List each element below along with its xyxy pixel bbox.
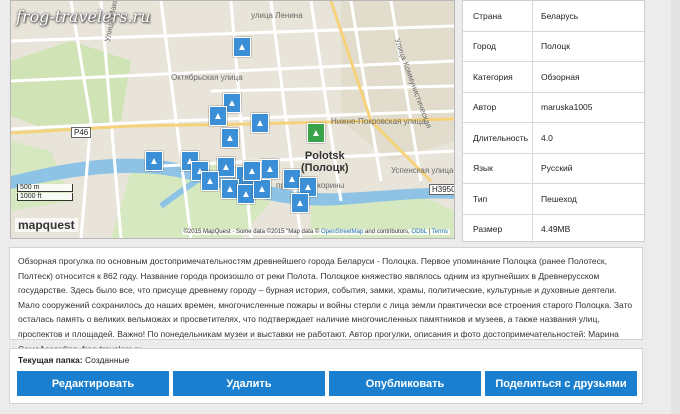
info-value: Беларусь (541, 10, 579, 21)
current-folder: Текущая папка: Созданные (18, 355, 129, 365)
map-pin-icon[interactable]: ▲ (233, 37, 251, 57)
map-pin-icon[interactable]: ▲ (201, 171, 219, 191)
edit-button[interactable]: Редактировать (17, 371, 169, 396)
city-label-ru: (Полоцк) (301, 162, 349, 174)
info-key: Страна (463, 1, 533, 31)
info-row-author: Автор maruska1005 (463, 92, 644, 123)
attribution-sep: | (428, 229, 431, 235)
map-pin-icon[interactable]: ▲ (243, 161, 261, 181)
current-folder-value: Созданные (84, 355, 130, 365)
osm-link[interactable]: OpenStreetMap (321, 229, 363, 235)
info-key: Категория (463, 62, 533, 92)
info-row-language: Язык Русский (463, 153, 644, 184)
map-pin-icon[interactable]: ▲ (221, 128, 239, 148)
tour-description: Обзорная прогулка по основным достоприме… (9, 247, 643, 354)
info-value: 4.49MB (541, 224, 571, 235)
share-button[interactable]: Поделиться с друзьями (485, 371, 637, 396)
map-pin-icon[interactable]: ▲ (253, 179, 271, 199)
info-key: Тип (463, 184, 533, 214)
city-label: Polotsk (Полоцк) (301, 150, 349, 174)
street-label: Нижне-Покровская улица (331, 117, 426, 126)
map-pin-icon[interactable]: ▲ (307, 123, 325, 143)
info-key: Автор (463, 92, 533, 122)
attribution-text: ©2015 MapQuest · Some data ©2015 "Map da… (183, 229, 320, 235)
info-key: Язык (463, 153, 533, 183)
terms-link[interactable]: Terms (432, 229, 448, 235)
info-row-category: Категория Обзорная (463, 62, 644, 93)
info-row-type: Тип Пешеход (463, 184, 644, 215)
delete-button[interactable]: Удалить (173, 371, 325, 396)
info-value: Обзорная (541, 71, 580, 82)
info-value: Пешеход (541, 193, 577, 204)
tour-info-table: Страна Беларусь Город Полоцк Категория О… (462, 0, 645, 244)
map-attribution: ©2015 MapQuest · Some data ©2015 "Map da… (181, 229, 450, 235)
street-label: Октябрьская улица (171, 73, 243, 82)
info-row-city: Город Полоцк (463, 31, 644, 62)
map-pin-icon[interactable]: ▲ (209, 106, 227, 126)
scale-ft: 1000 ft (17, 193, 73, 201)
info-row-size: Размер 4.49MB (463, 214, 644, 244)
scale-bar: 500 m 1000 ft (17, 184, 73, 202)
odbl-link[interactable]: ODbL (411, 229, 426, 235)
info-key: Размер (463, 214, 533, 244)
info-row-duration: Длительность 4.0 (463, 123, 644, 154)
watermark-logo: frog-travelers.ru (16, 7, 151, 26)
info-value: maruska1005 (541, 102, 593, 113)
folder-actions-panel: Текущая папка: Созданные Редактировать У… (9, 348, 643, 404)
street-label: Успенская улица (391, 166, 454, 175)
info-value: 4.0 (541, 132, 553, 143)
street-label: улица Ленина (251, 11, 303, 20)
attribution-mid: and contributors, (365, 229, 410, 235)
map-pin-icon[interactable]: ▲ (251, 113, 269, 133)
road-badge: P46 (71, 127, 92, 138)
map-pin-icon[interactable]: ▲ (217, 157, 235, 177)
info-key: Длительность (463, 123, 533, 153)
city-label-en: Polotsk (304, 150, 345, 162)
publish-button[interactable]: Опубликовать (329, 371, 481, 396)
info-value: Русский (541, 163, 573, 174)
info-value: Полоцк (541, 41, 571, 52)
info-row-country: Страна Беларусь (463, 1, 644, 32)
info-key: Город (463, 31, 533, 61)
map-pin-icon[interactable]: ▲ (291, 193, 309, 213)
current-folder-label: Текущая папка: (18, 355, 83, 365)
route-map[interactable]: Улица Максима Богдановича улица Ленина О… (10, 0, 455, 239)
scale-m: 500 m (17, 184, 73, 192)
mapquest-logo: mapquest (15, 218, 78, 232)
page-scrollbar[interactable] (671, 0, 680, 414)
road-badge: H3950 (429, 184, 454, 195)
map-pin-icon[interactable]: ▲ (145, 151, 163, 171)
map-pin-icon[interactable]: ▲ (261, 159, 279, 179)
